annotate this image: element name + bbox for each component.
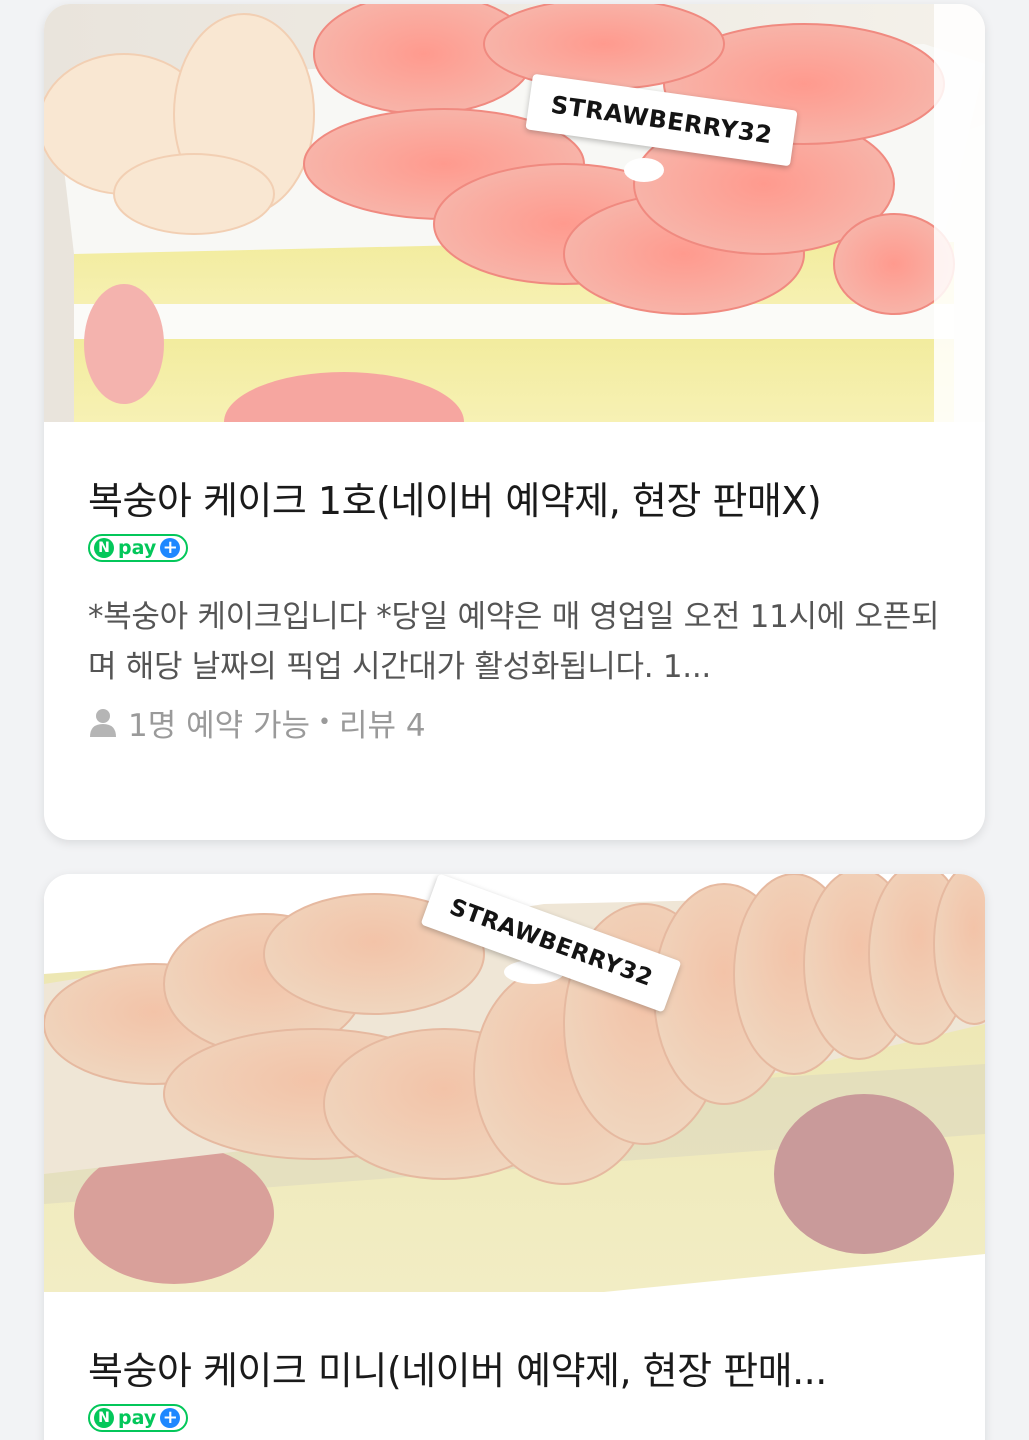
meta-separator: •	[318, 709, 332, 735]
product-meta: 1명 예약 가능 • 리뷰 4	[88, 700, 941, 744]
product-info: 복숭아 케이크 1호(네이버 예약제, 현장 판매X) N pay + *복숭아…	[44, 476, 985, 744]
npay-text: pay	[118, 1407, 157, 1429]
review-count[interactable]: 리뷰 4	[339, 700, 426, 745]
npay-badge: N pay +	[88, 534, 189, 562]
product-title[interactable]: 복숭아 케이크 미니(네이버 예약제, 현장 판매...	[88, 1346, 941, 1396]
cake-image	[44, 4, 985, 422]
availability-text: 1명 예약 가능	[128, 707, 311, 744]
npay-badge: N pay +	[88, 1404, 189, 1432]
product-card[interactable]: STRAWBERRY32 복숭아 케이크 1호(네이버 예약제, 현장 판매X)…	[44, 4, 985, 840]
product-list: STRAWBERRY32 복숭아 케이크 1호(네이버 예약제, 현장 판매X)…	[0, 0, 1029, 1440]
product-title[interactable]: 복숭아 케이크 1호(네이버 예약제, 현장 판매X)	[88, 476, 941, 526]
npay-plus-icon: +	[160, 1408, 181, 1428]
npay-n-icon: N	[94, 1408, 114, 1428]
npay-n-icon: N	[94, 538, 114, 558]
product-photo[interactable]: STRAWBERRY32	[44, 4, 985, 422]
npay-plus-icon: +	[160, 538, 181, 558]
product-card[interactable]: STRAWBERRY32 복숭아 케이크 미니(네이버 예약제, 현장 판매..…	[44, 874, 985, 1440]
product-description: *복숭아 케이크입니다 *당일 예약은 매 영업일 오전 11시에 오픈되며 해…	[88, 599, 940, 685]
product-info: 복숭아 케이크 미니(네이버 예약제, 현장 판매... N pay +	[44, 1346, 985, 1432]
npay-text: pay	[118, 537, 157, 559]
product-photo[interactable]: STRAWBERRY32	[44, 874, 985, 1292]
person-icon	[90, 709, 116, 737]
